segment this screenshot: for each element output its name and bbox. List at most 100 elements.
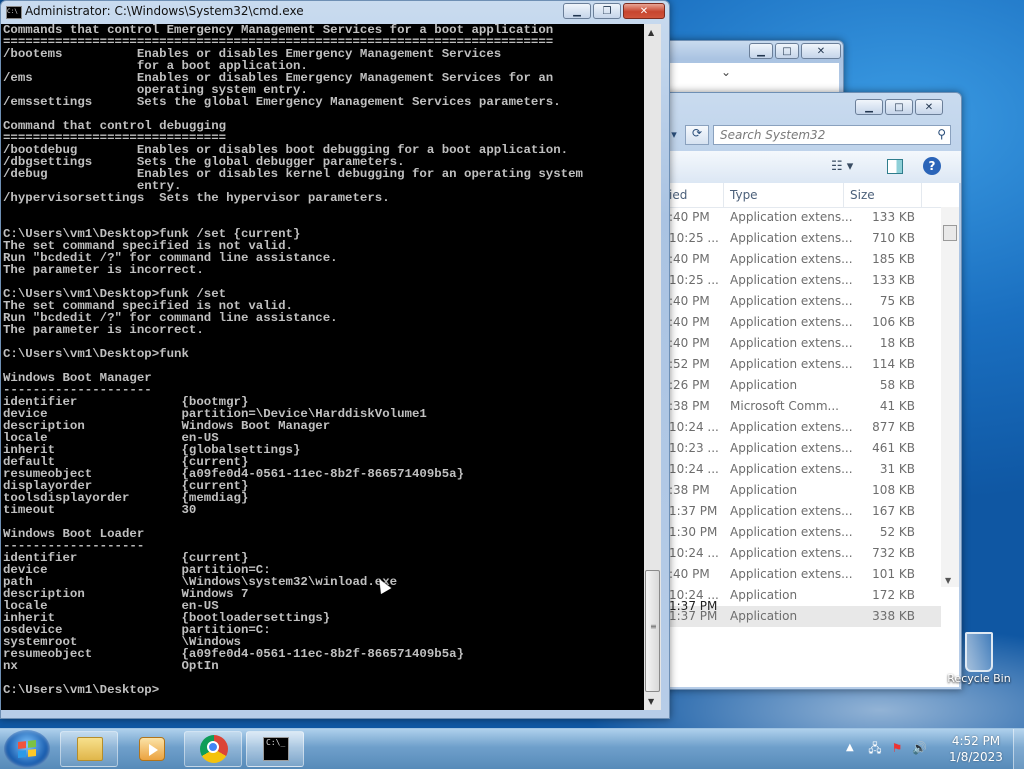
media-player-icon [139,737,165,761]
help-icon[interactable]: ? [923,157,941,175]
start-button[interactable] [4,730,50,768]
cell-size: 114 KB [872,357,915,371]
recycle-bin-label: Recycle Bin [947,672,1011,685]
table-row[interactable]: 10:24 ... Application extens... 31 KB [669,459,941,480]
views-icon[interactable]: ☷ ▾ [831,159,853,174]
cell-type: Application extens... [730,441,853,455]
console-text: Commands that control Emergency Manageme… [3,24,583,697]
close-button[interactable]: ✕ [623,3,665,19]
cell-type: Application extens... [730,231,853,245]
cell-type: Application [730,378,798,392]
column-size[interactable]: Size [850,188,875,202]
cell-type: Application extens... [730,336,853,350]
cell-date: 10:24 ... [669,546,719,560]
table-row[interactable]: :38 PM Microsoft Comm... 41 KB [669,396,941,417]
table-row[interactable]: 10:25 ... Application extens... 710 KB [669,228,941,249]
cell-date: 1:30 PM [669,525,718,539]
maximize-button[interactable]: □ [775,43,799,59]
search-input[interactable]: Search System32 ⚲ [713,125,951,145]
table-row[interactable]: :40 PM Application extens... 106 KB [669,312,941,333]
table-row[interactable]: 10:24 ... Application extens... 732 KB [669,543,941,564]
taskbar-chrome[interactable] [184,731,242,767]
windows-logo-icon [18,740,36,758]
scroll-up-icon[interactable]: ▲ [648,28,654,37]
minimize-button[interactable]: ▁ [855,99,883,115]
restore-button[interactable]: ❐ [593,3,621,19]
column-divider[interactable] [723,183,724,207]
explorer-window[interactable]: ▁ □ ✕ ▾ ⟳ Search System32 ⚲ ☷ ▾ ? ied Ty… [640,92,962,690]
chrome-icon [200,735,228,763]
table-row[interactable]: :26 PM Application 58 KB [669,375,941,396]
table-row[interactable]: 1:37 PM Application extens... 167 KB [669,501,941,522]
cmd-icon: C:\_ [263,737,289,761]
cell-date: :26 PM [669,378,710,392]
refresh-button[interactable]: ⟳ [685,125,709,145]
cell-size: 52 KB [879,525,915,539]
column-divider[interactable] [843,183,844,207]
table-row[interactable]: 10:25 ... Application extens... 133 KB [669,270,941,291]
cell-type: Application extens... [730,357,853,371]
table-row[interactable]: 10:23 ... Application extens... 461 KB [669,438,941,459]
cell-size: 172 KB [872,588,915,602]
cell-type: Application [730,483,798,497]
taskbar-media-player[interactable] [122,731,180,767]
taskbar: C:\_ ▲ 🖧 ⚑ 🔊 4:52 PM 1/8/2023 [0,728,1024,769]
cell-type: Application extens... [730,546,853,560]
close-button[interactable]: ✕ [801,43,841,59]
volume-icon[interactable]: 🔊 [912,741,927,755]
cmd-window[interactable]: C:\ Administrator: C:\Windows\System32\c… [0,0,670,719]
cell-size: 108 KB [872,483,915,497]
cell-size: 133 KB [872,273,915,287]
preview-pane-icon[interactable] [887,159,903,174]
cmd-window-icon[interactable]: C:\ [6,6,22,19]
table-row[interactable]: :38 PM Application 108 KB [669,480,941,501]
close-button[interactable]: ✕ [915,99,943,115]
column-divider[interactable] [921,183,922,207]
cell-type: Application extens... [730,567,853,581]
minimize-button[interactable]: ▁ [563,3,591,19]
scroll-down-icon[interactable]: ▼ [945,576,951,585]
table-row[interactable]: 1:30 PM Application extens... 52 KB [669,522,941,543]
table-row[interactable]: :40 PM Application extens... 133 KB [669,207,941,228]
table-row[interactable]: :40 PM Application extens... 101 KB [669,564,941,585]
taskbar-cmd[interactable]: C:\_ [246,731,304,767]
chevron-down-icon[interactable]: ⌄ [721,65,731,79]
show-hidden-icons-icon[interactable]: ▲ [846,742,854,753]
scrollbar-thumb[interactable]: ≡ [645,570,660,692]
cell-date: :52 PM [669,357,710,371]
cell-size: 58 KB [879,378,915,392]
scroll-down-icon[interactable]: ▼ [648,697,654,706]
background-window-caption-buttons: ▁ □ ✕ [749,43,841,59]
cell-type: Application extens... [730,315,853,329]
clock[interactable]: 4:52 PM 1/8/2023 [940,733,1012,765]
console-output[interactable]: Commands that control Emergency Manageme… [1,24,644,710]
file-list-scrollbar[interactable]: ▼ [941,207,959,587]
table-row[interactable]: 10:24 ... Application extens... 877 KB [669,417,941,438]
clock-time: 4:52 PM [951,734,1001,748]
cell-type: Application extens... [730,462,853,476]
action-center-icon[interactable]: ⚑ [890,741,904,755]
show-desktop-button[interactable] [1013,729,1024,769]
column-type[interactable]: Type [730,188,758,202]
table-row[interactable]: :40 PM Application extens... 18 KB [669,333,941,354]
recycle-bin[interactable]: Recycle Bin [944,632,1014,685]
cell-size: 41 KB [879,399,915,413]
scrollbar-thumb[interactable] [943,225,957,241]
cell-size: 877 KB [872,420,915,434]
cell-type: Application extens... [730,504,853,518]
grip-icon: ≡ [650,622,657,631]
table-row[interactable]: :52 PM Application extens... 114 KB [669,354,941,375]
search-icon[interactable]: ⚲ [937,127,946,141]
network-icon[interactable]: 🖧 [868,741,882,755]
taskbar-explorer[interactable] [60,731,118,767]
console-scrollbar[interactable]: ▲ ≡ ▼ [644,24,661,710]
cell-type: Application extens... [730,420,853,434]
maximize-button[interactable]: □ [885,99,913,115]
cell-date: :38 PM [669,483,710,497]
column-date-modified[interactable]: ied [669,188,687,202]
table-row[interactable]: :40 PM Application extens... 185 KB [669,249,941,270]
cell-size: 31 KB [879,462,915,476]
minimize-button[interactable]: ▁ [749,43,773,59]
cmd-caption-buttons: ▁ ❐ ✕ [563,3,665,19]
table-row[interactable]: :40 PM Application extens... 75 KB [669,291,941,312]
